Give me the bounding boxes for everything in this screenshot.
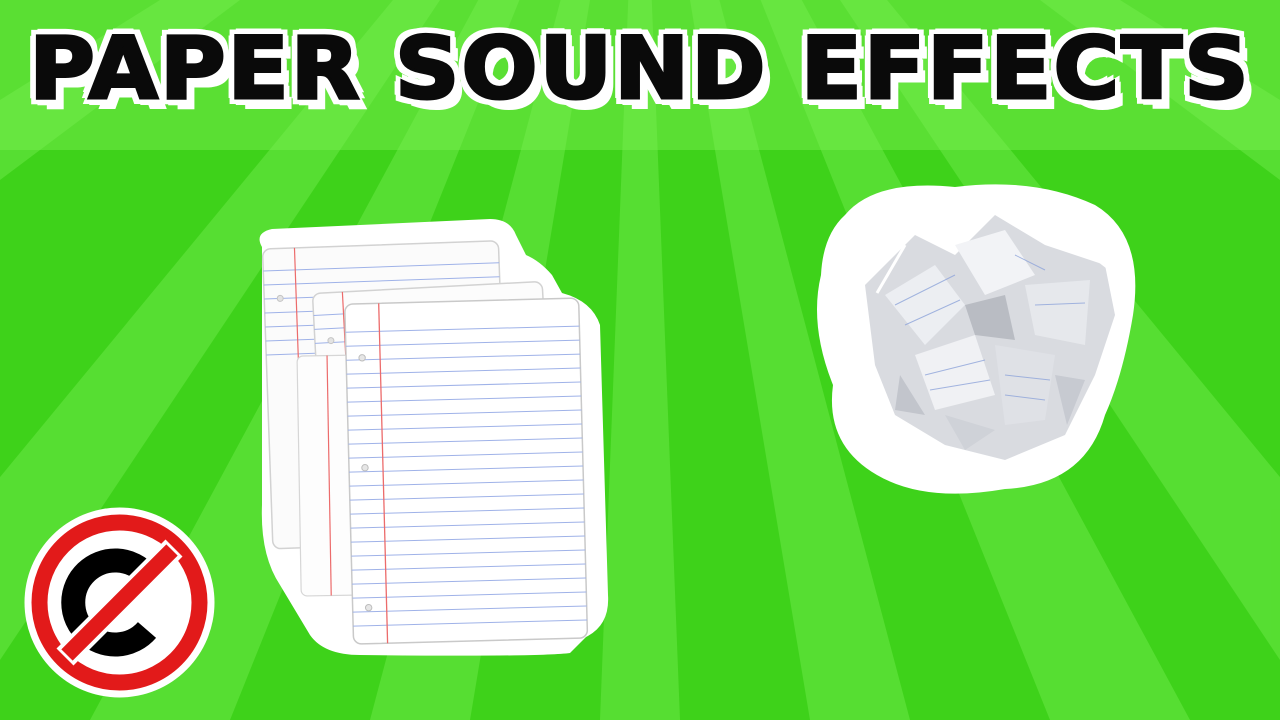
paper-stack-image <box>259 219 609 656</box>
no-copyright-icon <box>24 507 215 698</box>
thumbnail-title: PAPER SOUND EFFECTS <box>28 19 1251 119</box>
crumpled-paper-image <box>817 184 1136 494</box>
